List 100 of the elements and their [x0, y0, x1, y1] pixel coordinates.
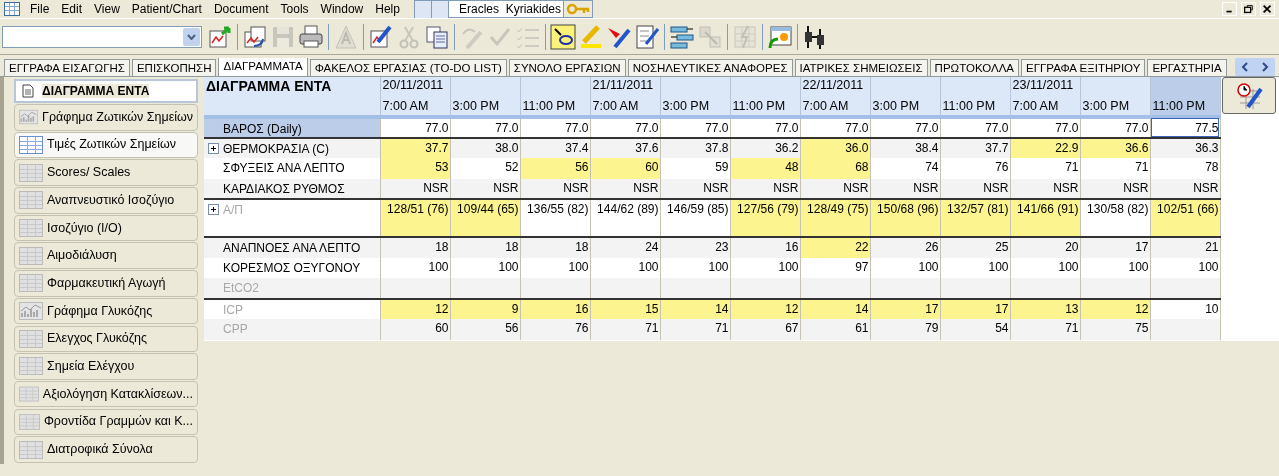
app-grid-icon[interactable] — [4, 2, 20, 16]
table-cell[interactable]: 76 — [520, 319, 590, 340]
table-cell[interactable]: 141/66 (91) — [1010, 199, 1080, 237]
menu-item[interactable]: Document — [207, 1, 275, 17]
table-cell[interactable]: 71 — [1010, 319, 1080, 340]
table-cell[interactable]: 26 — [870, 237, 940, 258]
table-cell[interactable]: 24 — [590, 237, 660, 258]
dropdown-field[interactable] — [2, 25, 202, 48]
column-header[interactable]: 3:00 PM — [1080, 77, 1150, 117]
table-cell[interactable]: 37.4 — [520, 137, 590, 158]
table-cell[interactable]: 75 — [1080, 319, 1150, 340]
table-cell[interactable]: 14 — [800, 298, 870, 319]
table-cell[interactable]: 77.5 — [1150, 117, 1220, 138]
table-cell[interactable]: 12 — [730, 298, 800, 319]
sidebar-item[interactable]: Scores/ Scales — [14, 159, 198, 186]
sidebar-item[interactable]: Αξιολόγηση Κατακλίσεων... — [14, 380, 198, 408]
table-cell[interactable]: 56 — [520, 158, 590, 179]
expand-icon[interactable] — [208, 142, 219, 154]
copy-icon[interactable] — [424, 23, 450, 50]
table-cell[interactable]: 38.4 — [870, 137, 940, 158]
table-cell[interactable]: 53 — [380, 158, 450, 179]
table-cell[interactable]: 76 — [940, 158, 1010, 179]
column-header[interactable]: 22/11/2011 7:00 AM — [800, 77, 870, 117]
table-cell[interactable]: 109/44 (65) — [450, 199, 520, 237]
table-cell[interactable]: 54 — [940, 319, 1010, 340]
table-cell[interactable]: 150/68 (96) — [870, 199, 940, 237]
expand-icon[interactable] — [208, 204, 219, 215]
tab[interactable]: ΕΓΓΡΑΦΑ ΕΙΣΑΓΩΓΗΣ — [4, 59, 130, 76]
menu-item[interactable]: Window — [314, 1, 370, 17]
column-header[interactable]: 23/11/2011 7:00 AM — [1010, 77, 1080, 117]
sidebar-item[interactable]: Διατροφικά Σύνολα — [14, 436, 198, 463]
column-header[interactable]: 11:00 PM — [730, 77, 800, 117]
table-cell[interactable]: 25 — [940, 237, 1010, 258]
sidebar-item[interactable]: Γράφημα Γλυκόζης — [14, 297, 198, 325]
table-cell[interactable]: 102/51 (66) — [1150, 199, 1220, 237]
table-cell[interactable]: 16 — [730, 237, 800, 258]
row-label[interactable]: ΘΕΡΜΟΚΡΑΣΙΑ (C) — [204, 137, 380, 158]
table-cell[interactable]: 59 — [660, 158, 730, 179]
table-cell[interactable]: 78 — [1150, 158, 1220, 179]
table-cell[interactable]: 13 — [1010, 298, 1080, 319]
notes-pen-icon[interactable] — [634, 23, 660, 50]
tab[interactable]: ΕΓΓΡΑΦΑ ΕΞΙΤΗΡΙΟΥ — [1021, 59, 1146, 76]
table-cell[interactable]: 22 — [800, 237, 870, 258]
patient-selector[interactable]: Eracles Kyriakides — [413, 0, 593, 18]
tab[interactable]: ΠΡΩΤΟΚΟΛΛΑ — [929, 59, 1019, 76]
table-cell[interactable]: 79 — [870, 319, 940, 340]
row-label[interactable]: ΒΑΡΟΣ (Daily) — [204, 117, 380, 138]
table-cell[interactable]: 18 — [450, 237, 520, 258]
table-cell[interactable]: 71 — [1080, 158, 1150, 179]
row-label[interactable]: ΣΦΥΞΕΙΣ ΑΝΑ ΛΕΠΤΟ — [204, 158, 380, 179]
tab[interactable]: ΙΑΤΡΙΚΕΣ ΣΗΜΕΙΩΣΕΙΣ — [794, 59, 928, 76]
exchange-arrows-icon[interactable] — [669, 23, 695, 50]
table-cell[interactable]: 128/51 (76) — [380, 199, 450, 237]
table-cell[interactable]: 128/49 (75) — [800, 199, 870, 237]
table-cell[interactable]: 71 — [590, 319, 660, 340]
sidebar-item[interactable]: Ελεγχος Γλυκόζης — [14, 325, 198, 352]
sidebar-item[interactable]: Φροντίδα Γραμμών και Κ... — [14, 408, 198, 436]
table-cell[interactable]: 52 — [450, 158, 520, 179]
chart-document-icon[interactable] — [242, 23, 268, 50]
table-cell[interactable]: 15 — [590, 298, 660, 319]
table-cell[interactable]: 60 — [380, 319, 450, 340]
table-cell[interactable]: 36.0 — [800, 137, 870, 158]
tab[interactable]: ΕΡΓΑΣΤΗΡΙΑ — [1147, 59, 1227, 76]
target-icon[interactable] — [550, 23, 576, 50]
table-cell[interactable]: 37.8 — [660, 137, 730, 158]
table-cell[interactable]: 60 — [590, 158, 660, 179]
table-cell[interactable]: 132/57 (81) — [940, 199, 1010, 237]
column-header[interactable]: 21/11/2011 7:00 AM — [590, 77, 660, 117]
window-export-icon[interactable] — [767, 23, 793, 50]
table-cell[interactable]: 17 — [1080, 237, 1150, 258]
table-cell[interactable]: 22.9 — [1010, 137, 1080, 158]
scroll-right-icon[interactable] — [1261, 62, 1269, 72]
table-cell[interactable]: 71 — [660, 319, 730, 340]
column-header[interactable]: 20/11/2011 7:00 AM — [380, 77, 450, 117]
table-cell[interactable]: 36.2 — [730, 137, 800, 158]
table-cell[interactable]: 68 — [800, 158, 870, 179]
table-cell[interactable]: 36.6 — [1080, 137, 1150, 158]
table-cell[interactable]: 12 — [1080, 298, 1150, 319]
table-cell[interactable]: 61 — [800, 319, 870, 340]
scroll-left-icon[interactable] — [1241, 62, 1249, 72]
chart-pen-icon[interactable] — [368, 23, 394, 50]
sidebar-item[interactable]: Αναπνευστικό Ισοζύγιο — [14, 187, 198, 214]
menu-item[interactable]: View — [88, 1, 126, 17]
tab[interactable]: ΦΑΚΕΛΟΣ ΕΡΓΑΣΙΑΣ (TO-DO LIST) — [309, 59, 507, 76]
menu-item[interactable]: Edit — [55, 1, 89, 17]
table-cell[interactable]: 14 — [660, 298, 730, 319]
sidebar-item[interactable]: Τιμές Ζωτικών Σημείων — [14, 131, 198, 159]
table-cell[interactable]: 127/56 (79) — [730, 199, 800, 237]
table-cell[interactable]: 67 — [730, 319, 800, 340]
menu-item[interactable]: Tools — [274, 1, 315, 17]
tab[interactable]: ΝΟΣΗΛΕΥΤΙΚΕΣ ΑΝΑΦΟΡΕΣ — [627, 59, 793, 76]
row-label[interactable]: ΚΑΡΔΙΑΚΟΣ ΡΥΘΜΟΣ — [204, 178, 380, 199]
column-header[interactable]: 11:00 PM — [520, 77, 590, 117]
table-cell[interactable]: 38.0 — [450, 137, 520, 158]
menu-item[interactable]: File — [24, 1, 56, 17]
column-header[interactable]: 3:00 PM — [450, 77, 520, 117]
table-cell[interactable]: 23 — [660, 237, 730, 258]
sidebar-item[interactable]: Φαρμακευτική Αγωγή — [14, 270, 198, 297]
table-cell[interactable]: 37.7 — [380, 137, 450, 158]
edit-schedule-button[interactable] — [1221, 77, 1276, 114]
